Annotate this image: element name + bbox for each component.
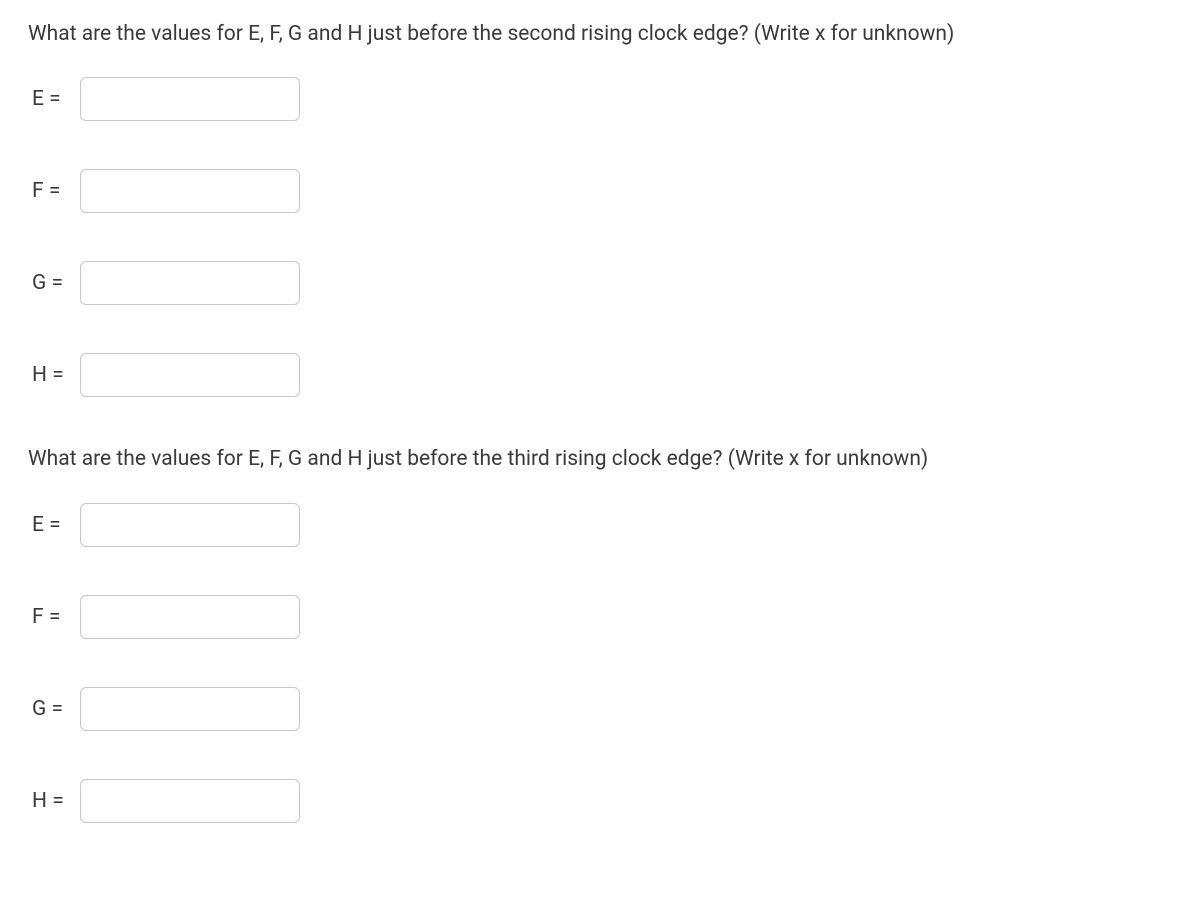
field-row-e-2: E = <box>32 503 1172 547</box>
field-label-h-1: H = <box>32 363 80 387</box>
field-input-f-2[interactable] <box>80 595 300 639</box>
question-1-text: What are the values for E, F, G and H ju… <box>28 20 1172 49</box>
field-input-e-2[interactable] <box>80 503 300 547</box>
field-input-h-2[interactable] <box>80 779 300 823</box>
field-label-g-1: G = <box>32 271 80 295</box>
field-input-g-2[interactable] <box>80 687 300 731</box>
field-label-h-2: H = <box>32 789 80 813</box>
field-input-g-1[interactable] <box>80 261 300 305</box>
field-label-e-1: E = <box>32 87 80 111</box>
field-row-h-1: H = <box>32 353 1172 397</box>
field-label-f-1: F = <box>32 179 80 203</box>
field-row-h-2: H = <box>32 779 1172 823</box>
field-row-g-2: G = <box>32 687 1172 731</box>
question-2-text: What are the values for E, F, G and H ju… <box>28 445 1172 474</box>
field-row-g-1: G = <box>32 261 1172 305</box>
field-row-f-1: F = <box>32 169 1172 213</box>
field-label-e-2: E = <box>32 513 80 537</box>
question-section-2: What are the values for E, F, G and H ju… <box>28 445 1172 822</box>
field-input-h-1[interactable] <box>80 353 300 397</box>
field-row-f-2: F = <box>32 595 1172 639</box>
field-input-f-1[interactable] <box>80 169 300 213</box>
field-row-e-1: E = <box>32 77 1172 121</box>
field-label-g-2: G = <box>32 697 80 721</box>
question-section-1: What are the values for E, F, G and H ju… <box>28 20 1172 397</box>
field-label-f-2: F = <box>32 605 80 629</box>
field-input-e-1[interactable] <box>80 77 300 121</box>
